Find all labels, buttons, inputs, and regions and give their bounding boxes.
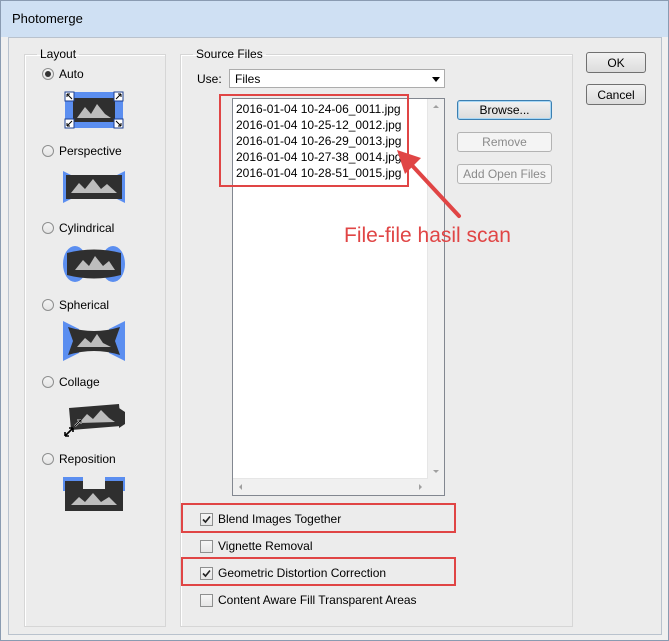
checkmark-icon [202,569,211,577]
blend-images-checkbox[interactable] [200,512,213,526]
ok-button[interactable]: OK [586,52,646,73]
vignette-removal-checkbox-row[interactable]: Vignette Removal [200,539,313,553]
vignette-removal-checkbox[interactable] [200,539,213,553]
radio-auto[interactable]: Auto [42,67,84,81]
radio-auto-label: Auto [59,67,84,81]
scroll-left-icon[interactable] [239,484,242,490]
list-item[interactable]: 2016-01-04 10-28-51_0015.jpg [236,166,401,180]
radio-perspective-label: Perspective [59,144,122,158]
scroll-right-icon[interactable] [419,484,422,490]
radio-perspective[interactable]: Perspective [42,144,122,158]
collage-projection-icon[interactable] [63,398,125,438]
scrollbar-corner [428,479,444,495]
scroll-down-icon[interactable] [433,470,439,473]
scroll-up-icon[interactable] [433,105,439,108]
radio-cylindrical-indicator[interactable] [42,222,54,234]
radio-collage[interactable]: Collage [42,375,100,389]
remove-button[interactable]: Remove [457,132,552,152]
vignette-removal-label: Vignette Removal [218,539,313,553]
window-title: Photomerge [12,11,83,26]
radio-reposition-label: Reposition [59,452,116,466]
geometric-distortion-label: Geometric Distortion Correction [218,566,387,580]
browse-button[interactable]: Browse... [457,100,552,120]
auto-projection-icon[interactable] [63,90,125,130]
radio-spherical-label: Spherical [59,298,110,312]
spherical-projection-icon[interactable] [63,321,125,361]
radio-reposition[interactable]: Reposition [42,452,116,466]
radio-perspective-indicator[interactable] [42,145,54,157]
chevron-down-icon[interactable] [432,77,440,82]
radio-collage-label: Collage [59,375,100,389]
title-bar[interactable]: Photomerge [1,1,668,37]
radio-auto-indicator[interactable] [42,68,54,80]
use-select[interactable]: Files [229,69,445,88]
source-files-legend: Source Files [196,47,263,61]
geometric-distortion-checkbox[interactable] [200,566,213,580]
content-aware-fill-checkbox[interactable] [200,593,213,607]
list-item[interactable]: 2016-01-04 10-27-38_0014.jpg [236,150,401,164]
list-item[interactable]: 2016-01-04 10-25-12_0012.jpg [236,118,401,132]
geometric-distortion-checkbox-row[interactable]: Geometric Distortion Correction [200,566,386,580]
use-select-value: Files [235,72,261,86]
add-open-files-button[interactable]: Add Open Files [457,164,552,184]
radio-cylindrical-label: Cylindrical [59,221,115,235]
list-item[interactable]: 2016-01-04 10-24-06_0011.jpg [236,102,401,116]
radio-cylindrical[interactable]: Cylindrical [42,221,114,235]
use-label: Use: [197,72,222,86]
radio-collage-indicator[interactable] [42,376,54,388]
annotation-text: File-file hasil scan [344,224,511,247]
horizontal-scrollbar[interactable] [233,478,428,495]
cylindrical-projection-icon[interactable] [63,244,125,284]
list-item[interactable]: 2016-01-04 10-26-29_0013.jpg [236,134,401,148]
blend-images-checkbox-row[interactable]: Blend Images Together [200,512,341,526]
photomerge-dialog: Photomerge Layout Auto Perspective Cylin… [0,0,669,641]
checkmark-icon [202,515,211,523]
radio-spherical[interactable]: Spherical [42,298,109,312]
cancel-button[interactable]: Cancel [586,84,646,105]
layout-legend: Layout [40,47,77,61]
radio-spherical-indicator[interactable] [42,299,54,311]
perspective-projection-icon[interactable] [63,167,125,207]
content-aware-fill-checkbox-row[interactable]: Content Aware Fill Transparent Areas [200,593,417,607]
radio-reposition-indicator[interactable] [42,453,54,465]
reposition-projection-icon[interactable] [63,475,125,515]
blend-images-label: Blend Images Together [218,512,342,526]
annotation-arrow-icon [397,150,461,218]
content-aware-fill-label: Content Aware Fill Transparent Areas [218,593,417,607]
